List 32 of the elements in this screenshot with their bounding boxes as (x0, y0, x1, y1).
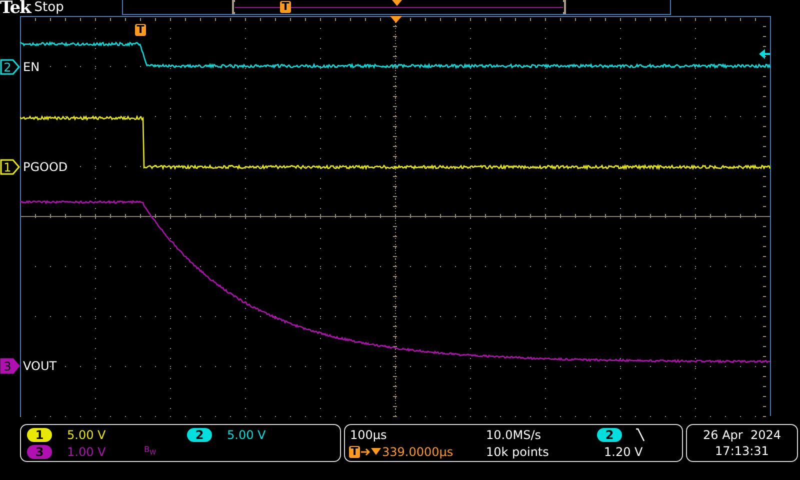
vertical-readout-panel[interactable]: 1 5.00 V 2 5.00 V 3 1.00 V B$_{W}$ (20, 424, 341, 462)
date-text: 26 Apr 2024 (702, 428, 781, 442)
delay-arrow-icon (361, 447, 381, 457)
channel-scale: 5.00 V (227, 428, 266, 442)
trigger-marker: T (349, 446, 360, 458)
channel-badge[interactable]: 1 (27, 428, 52, 442)
channel-badge[interactable]: 3 (27, 445, 52, 459)
view-window-bracket-icon (232, 0, 566, 14)
record-length: 10k points (486, 445, 549, 459)
channel-badge[interactable]: 2 (187, 428, 212, 442)
trigger-level-arrow-icon (759, 49, 770, 59)
channel-marker[interactable]: 1 (0, 159, 20, 175)
acquisition-status: Stop (34, 0, 64, 16)
trigger-position: 339.0000µs (382, 445, 454, 459)
channel-marker[interactable]: 2 (0, 59, 20, 75)
channel-label: PGOOD (23, 159, 68, 175)
channel-label: VOUT (23, 358, 57, 374)
brand-logo: Tek (0, 0, 30, 16)
time-text: 17:13:31 (715, 444, 769, 458)
sample-rate: 10.0MS/s (486, 428, 541, 442)
horizontal-trigger-panel[interactable]: 100µs T 339.0000µs 10.0MS/s 10k points 2 1.20 V (344, 424, 683, 462)
channel-scale: 5.00 V (67, 428, 106, 442)
trigger-marker: T (280, 1, 291, 13)
trigger-level: 1.20 V (604, 445, 643, 459)
channel-scale: 1.00 V (67, 445, 106, 459)
trigger-source-badge[interactable]: 2 (597, 428, 622, 442)
time-scale: 100µs (350, 428, 387, 442)
trigger-position-icon (390, 16, 402, 23)
channel-label: EN (23, 59, 40, 75)
channel-marker[interactable]: 3 (0, 358, 20, 374)
bandwidth-limit-mark: B$_{W}$ (144, 445, 156, 458)
trigger-marker: T (135, 24, 146, 36)
